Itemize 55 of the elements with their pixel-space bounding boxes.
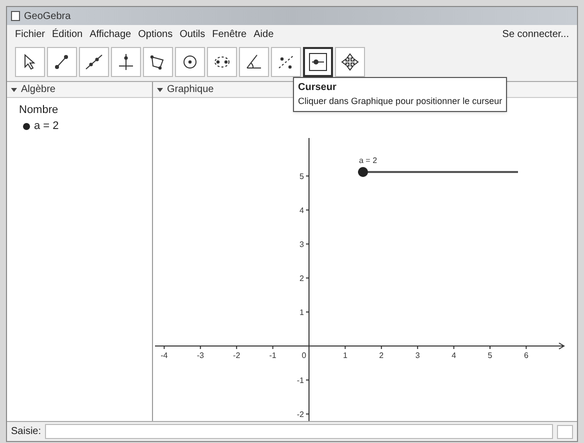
input-label: Saisie: (11, 425, 42, 439)
tool-button[interactable] (335, 47, 365, 77)
input-field[interactable] (45, 424, 553, 439)
tool-button[interactable] (303, 47, 333, 77)
menu-item[interactable]: Affichage (90, 26, 132, 42)
tool-button[interactable] (207, 47, 237, 77)
pan-tool-icon (340, 52, 360, 72)
tool-button[interactable] (79, 47, 109, 77)
slider-tool-icon (308, 52, 328, 72)
tooltip-title: Curseur (298, 81, 338, 95)
menu-item[interactable]: Fichier (15, 26, 46, 42)
tick-label: -3 (196, 351, 204, 360)
tool-button[interactable] (175, 47, 205, 77)
panel-toggle-icon[interactable] (157, 88, 163, 92)
tick-label: 5 (300, 172, 304, 181)
perpendicular-tool-icon (116, 52, 136, 72)
tick-label: 4 (300, 206, 304, 215)
tick-label: 1 (300, 308, 304, 317)
tick-label: -4 (160, 351, 168, 360)
tooltip-text: Cliquer dans Graphique pour positionner le curseur (298, 95, 502, 108)
tick-label: 2 (300, 274, 304, 283)
menu-item[interactable]: Fenêtre (212, 26, 247, 42)
app-icon (11, 11, 20, 21)
window-title: GeoGebra (24, 10, 71, 24)
slider-label: a = 2 (359, 156, 378, 165)
tick-label: -1 (296, 376, 304, 385)
tick-label: 0 (302, 351, 306, 360)
tick-label: 3 (300, 240, 304, 249)
panel-toggle-icon[interactable] (11, 88, 17, 92)
tick-label: 2 (379, 351, 384, 360)
tool-button[interactable] (47, 47, 77, 77)
menu-item[interactable]: Options (138, 26, 173, 42)
panel-title: Graphique (167, 83, 214, 97)
tool-button[interactable] (271, 47, 301, 77)
tick-label: 3 (415, 351, 420, 360)
algebra-item[interactable]: Nombre (19, 102, 58, 118)
tool-button[interactable] (15, 47, 45, 77)
tick-label: 5 (488, 351, 492, 360)
tool-button[interactable] (111, 47, 141, 77)
panel-title: Algèbre (21, 83, 56, 97)
tick-label: -2 (233, 351, 240, 360)
sign-in-link[interactable]: Se connecter... (502, 26, 569, 42)
menu-item[interactable]: Édition (52, 26, 83, 42)
line-tool-icon (84, 52, 104, 72)
tick-label: 1 (342, 351, 348, 360)
algebra-item[interactable]: a = 2 (34, 118, 59, 134)
menu-item[interactable]: Aide (254, 26, 274, 42)
tick-label: -1 (269, 351, 276, 360)
tool-button[interactable] (143, 47, 173, 77)
tool-button[interactable] (239, 47, 269, 77)
tick-label: 4 (452, 351, 456, 360)
tick-label: -2 (296, 410, 304, 419)
tick-label: 6 (524, 351, 528, 360)
slider-thumb[interactable] (358, 167, 368, 177)
menu-item[interactable]: Outils (180, 26, 206, 42)
